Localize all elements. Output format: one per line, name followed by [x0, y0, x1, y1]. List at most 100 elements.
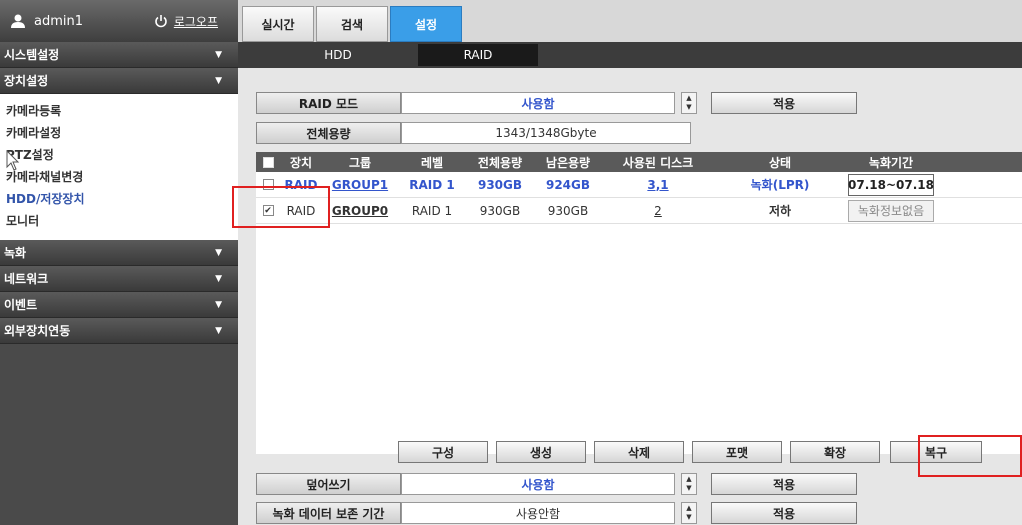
- retention-label: 녹화 데이터 보존 기간: [256, 502, 401, 524]
- menu-item-hdd-storage[interactable]: HDD/저장장치: [0, 188, 238, 210]
- chevron-down-icon: ▼: [215, 247, 222, 258]
- main-panel: 실시간 검색 설정 HDD RAID RAID 모드 사용함 ▲ ▼ 적용 전체…: [238, 0, 1022, 525]
- chevron-down-icon: ▼: [215, 325, 222, 336]
- cell-group-link[interactable]: GROUP0: [322, 204, 398, 218]
- spin-down-icon[interactable]: ▼: [686, 513, 691, 522]
- raid-table: 장치 그룹 레벨 전체용량 남은용량 사용된 디스크 상태 녹화기간 RAID …: [256, 152, 1022, 454]
- cell-disks-link[interactable]: 3,1: [602, 178, 714, 192]
- cell-level: RAID 1: [411, 203, 453, 218]
- total-capacity-row: 전체용량 1343/1348Gbyte: [256, 122, 691, 144]
- retention-value[interactable]: 사용안함: [401, 502, 675, 524]
- total-capacity-label: 전체용량: [256, 122, 401, 144]
- user-icon: [11, 14, 25, 28]
- raid-mode-label: RAID 모드: [256, 92, 401, 114]
- cell-device: RAID: [284, 177, 318, 192]
- retention-spinner[interactable]: ▲ ▼: [681, 502, 697, 524]
- row-checkbox[interactable]: [262, 179, 274, 190]
- cell-status: 녹화(LPR): [750, 178, 810, 192]
- power-icon: [155, 15, 167, 28]
- logout-button[interactable]: 로그오프: [154, 13, 218, 30]
- menu-section-label: 녹화: [4, 246, 27, 260]
- menu-section-label: 이벤트: [4, 298, 38, 312]
- create-button[interactable]: 생성: [496, 441, 586, 463]
- header-device: 장치: [289, 155, 313, 170]
- menu-section-label: 장치설정: [4, 74, 49, 88]
- menu-section-external[interactable]: 외부장치연동 ▼: [0, 318, 238, 344]
- tab-settings[interactable]: 설정: [390, 6, 462, 42]
- raid-mode-value[interactable]: 사용함: [401, 92, 675, 114]
- table-row[interactable]: ✔ RAID GROUP0 RAID 1 930GB 930GB 2 저하 녹화…: [256, 198, 1022, 224]
- cell-free: 924GB: [545, 177, 591, 192]
- cell-disks-link[interactable]: 2: [602, 204, 714, 218]
- top-tabs: 실시간 검색 설정: [238, 0, 1022, 42]
- header-period: 녹화기간: [868, 155, 914, 170]
- overwrite-value[interactable]: 사용함: [401, 473, 675, 495]
- expand-button[interactable]: 확장: [790, 441, 880, 463]
- header-total: 전체용량: [477, 155, 523, 170]
- spin-down-icon[interactable]: ▼: [686, 484, 691, 493]
- raid-mode-row: RAID 모드 사용함 ▲ ▼ 적용: [256, 92, 857, 114]
- overwrite-row: 덮어쓰기 사용함 ▲ ▼ 적용: [256, 473, 857, 495]
- user-bar: admin1 로그오프: [0, 0, 238, 42]
- menu-section-device[interactable]: 장치설정 ▼: [0, 68, 238, 94]
- menu-section-label: 외부장치연동: [4, 324, 71, 338]
- cell-status: 저하: [768, 204, 792, 218]
- cell-free: 930GB: [547, 203, 589, 218]
- retention-row: 녹화 데이터 보존 기간 사용안함 ▲ ▼ 적용: [256, 502, 857, 524]
- menu-item-monitor[interactable]: 모니터: [0, 210, 238, 232]
- delete-button[interactable]: 삭제: [594, 441, 684, 463]
- chevron-down-icon: ▼: [215, 273, 222, 284]
- spin-down-icon[interactable]: ▼: [686, 103, 691, 112]
- spin-up-icon[interactable]: ▲: [686, 504, 691, 513]
- sub-tabs: HDD RAID: [238, 42, 1022, 68]
- menu-section-network[interactable]: 네트워크 ▼: [0, 266, 238, 292]
- mouse-pointer-icon: [6, 150, 20, 171]
- chevron-down-icon: ▼: [215, 49, 222, 60]
- retention-apply-button[interactable]: 적용: [711, 502, 857, 524]
- overwrite-spinner[interactable]: ▲ ▼: [681, 473, 697, 495]
- period-button[interactable]: 녹화정보없음: [848, 199, 934, 222]
- tab-search[interactable]: 검색: [316, 6, 388, 42]
- tab-live[interactable]: 실시간: [242, 6, 314, 42]
- menu-section-label: 네트워크: [4, 272, 49, 286]
- header-group: 그룹: [348, 155, 372, 170]
- format-button[interactable]: 포맷: [692, 441, 782, 463]
- menu-section-system[interactable]: 시스템설정 ▼: [0, 42, 238, 68]
- overwrite-apply-button[interactable]: 적용: [711, 473, 857, 495]
- raid-content: RAID 모드 사용함 ▲ ▼ 적용 전체용량 1343/1348Gbyte 장…: [238, 68, 1022, 525]
- select-all-checkbox[interactable]: [262, 156, 274, 168]
- raid-mode-spinner[interactable]: ▲ ▼: [681, 92, 697, 114]
- configure-button[interactable]: 구성: [398, 441, 488, 463]
- recover-button[interactable]: 복구: [890, 441, 982, 463]
- chevron-down-icon: ▼: [215, 299, 222, 310]
- cell-level: RAID 1: [409, 177, 455, 192]
- menu-item-camera-channel-change[interactable]: 카메라채널변경: [0, 166, 238, 188]
- menu-item-camera-settings[interactable]: 카메라설정: [0, 122, 238, 144]
- period-button[interactable]: 07.18~07.18: [848, 173, 934, 196]
- cell-device: RAID: [286, 203, 316, 218]
- raid-mode-apply-button[interactable]: 적용: [711, 92, 857, 114]
- spin-up-icon[interactable]: ▲: [686, 94, 691, 103]
- cell-group-link[interactable]: GROUP1: [322, 178, 398, 192]
- cell-total: 930GB: [479, 203, 521, 218]
- menu-section-label: 시스템설정: [4, 48, 60, 62]
- action-buttons: 구성 생성 삭제 포맷 확장 복구: [398, 441, 982, 463]
- menu-item-ptz-settings[interactable]: PTZ설정: [0, 144, 238, 166]
- cell-total: 930GB: [477, 177, 523, 192]
- menu-section-event[interactable]: 이벤트 ▼: [0, 292, 238, 318]
- header-status: 상태: [768, 155, 792, 170]
- menu-section-recording[interactable]: 녹화 ▼: [0, 240, 238, 266]
- tab-raid[interactable]: RAID: [418, 44, 538, 66]
- spin-up-icon[interactable]: ▲: [686, 475, 691, 484]
- tab-hdd[interactable]: HDD: [278, 44, 398, 66]
- total-capacity-value: 1343/1348Gbyte: [401, 122, 691, 144]
- overwrite-label: 덮어쓰기: [256, 473, 401, 495]
- logout-label: 로그오프: [173, 14, 218, 29]
- header-level: 레벨: [420, 155, 444, 170]
- device-submenu: 카메라등록 카메라설정 PTZ설정 카메라채널변경 HDD/저장장치 모니터: [0, 94, 238, 240]
- header-used-disks: 사용된 디스크: [622, 155, 694, 170]
- row-checkbox[interactable]: ✔: [262, 205, 274, 216]
- table-header: 장치 그룹 레벨 전체용량 남은용량 사용된 디스크 상태 녹화기간: [256, 152, 1022, 172]
- table-row[interactable]: RAID GROUP1 RAID 1 930GB 924GB 3,1 녹화(LP…: [256, 172, 1022, 198]
- menu-item-camera-register[interactable]: 카메라등록: [0, 100, 238, 122]
